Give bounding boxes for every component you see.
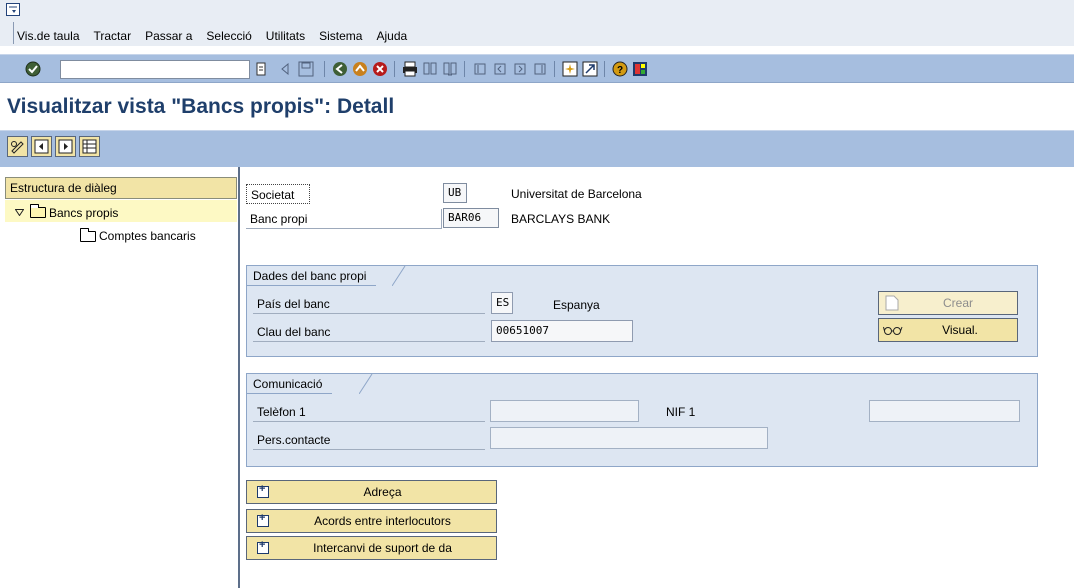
open-folder-icon — [30, 204, 46, 218]
menu-bar: Vis.de taula Tractar Passar a Selecció U… — [0, 0, 1074, 46]
find-icon[interactable] — [421, 60, 439, 78]
menu-items: Vis.de taula Tractar Passar a Selecció U… — [17, 29, 421, 43]
pais-field[interactable]: ES — [491, 292, 513, 314]
banc-propi-description: BARCLAYS BANK — [511, 212, 611, 226]
folder-icon — [80, 227, 96, 242]
tree-node-bancs-propis[interactable]: Bancs propis — [5, 200, 237, 222]
menu-vis-de-taula[interactable]: Vis.de taula — [17, 29, 80, 43]
tree-node-comptes-bancaris[interactable]: Comptes bancaris — [80, 227, 196, 243]
menu-passar-a[interactable]: Passar a — [145, 29, 192, 43]
intercanvi-expander-button[interactable]: Intercanvi de suport de da — [246, 536, 497, 560]
help-icon[interactable]: ? — [611, 60, 629, 78]
expand-icon — [257, 539, 269, 554]
find-next-icon[interactable] — [441, 60, 459, 78]
group-tab-edge — [359, 374, 373, 394]
save-icon[interactable] — [297, 60, 315, 78]
last-page-icon[interactable] — [531, 60, 549, 78]
nif-field[interactable] — [869, 400, 1020, 422]
command-history-icon[interactable] — [252, 60, 270, 78]
previous-page-icon[interactable] — [491, 60, 509, 78]
telefon-field[interactable] — [490, 400, 639, 422]
menu-ajuda[interactable]: Ajuda — [376, 29, 407, 43]
next-entry-icon[interactable] — [55, 136, 76, 157]
nif-label: NIF 1 — [666, 405, 696, 419]
application-toolbar — [0, 130, 1074, 167]
toolbar-separator — [324, 61, 325, 77]
societat-label: Societat — [246, 184, 310, 204]
toolbar-separator — [394, 61, 395, 77]
societat-field[interactable]: UB — [443, 183, 467, 203]
visual-label: Visual. — [942, 323, 978, 337]
societat-description: Universitat de Barcelona — [511, 187, 642, 201]
tree-header: Estructura de diàleg — [5, 177, 237, 199]
bank-data-group-title: Dades del banc propi — [247, 266, 377, 286]
glasses-icon — [883, 326, 903, 335]
system-menu-icon[interactable] — [6, 3, 20, 16]
display-change-icon[interactable] — [7, 136, 28, 157]
banc-propi-field[interactable]: BAR06 — [443, 208, 499, 228]
menu-divider — [13, 22, 14, 44]
new-session-icon[interactable] — [561, 60, 579, 78]
menu-utilitats[interactable]: Utilitats — [266, 29, 305, 43]
communication-group: Comunicació Telèfon 1 NIF 1 Pers.contact… — [246, 373, 1038, 467]
svg-text:?: ? — [617, 65, 623, 76]
print-icon[interactable] — [401, 60, 419, 78]
command-field[interactable] — [60, 60, 250, 79]
toolbar-separator — [554, 61, 555, 77]
menu-seleccio[interactable]: Selecció — [206, 29, 251, 43]
system-toolbar: ? — [0, 54, 1074, 83]
back-nav-icon[interactable] — [331, 60, 349, 78]
back-icon[interactable] — [276, 60, 294, 78]
group-tab-edge — [392, 266, 406, 286]
crear-button[interactable]: Crear — [878, 291, 1018, 315]
clau-field[interactable]: 00651007 — [491, 320, 633, 342]
table-view-icon[interactable] — [79, 136, 100, 157]
expander-label: Intercanvi de suport de da — [313, 541, 452, 555]
previous-entry-icon[interactable] — [31, 136, 52, 157]
visual-button[interactable]: Visual. — [878, 318, 1018, 342]
exit-icon[interactable] — [351, 60, 369, 78]
pais-label: País del banc — [253, 294, 485, 314]
tree-node-label: Comptes bancaris — [99, 229, 196, 243]
layout-icon[interactable] — [631, 60, 649, 78]
tree-node-label: Bancs propis — [49, 205, 119, 220]
expand-icon — [257, 483, 269, 498]
enter-icon[interactable] — [24, 60, 42, 78]
page-title: Visualitzar vista "Bancs propis": Detall — [7, 95, 395, 118]
contact-label: Pers.contacte — [253, 430, 485, 450]
expander-label: Acords entre interlocutors — [314, 514, 451, 528]
contact-field[interactable] — [490, 427, 768, 449]
pais-description: Espanya — [553, 298, 600, 312]
toolbar-separator — [464, 61, 465, 77]
cancel-icon[interactable] — [371, 60, 389, 78]
shortcut-icon[interactable] — [581, 60, 599, 78]
telefon-label: Telèfon 1 — [253, 402, 485, 422]
expand-triangle-icon[interactable] — [15, 209, 24, 216]
menu-sistema[interactable]: Sistema — [319, 29, 362, 43]
acords-expander-button[interactable]: Acords entre interlocutors — [246, 509, 497, 533]
menu-tractar[interactable]: Tractar — [94, 29, 132, 43]
first-page-icon[interactable] — [471, 60, 489, 78]
clau-label: Clau del banc — [253, 322, 485, 342]
bank-data-group: Dades del banc propi País del banc ES Es… — [246, 265, 1038, 357]
banc-propi-label: Banc propi — [246, 209, 442, 229]
crear-label: Crear — [942, 296, 973, 310]
expander-label: Adreça — [363, 485, 402, 499]
communication-group-title: Comunicació — [247, 374, 333, 394]
dialog-structure-panel: Estructura de diàleg Bancs propis Compte… — [0, 167, 240, 588]
toolbar-separator — [604, 61, 605, 77]
adreca-expander-button[interactable]: Adreça — [246, 480, 497, 504]
new-document-icon — [885, 295, 899, 311]
expand-icon — [257, 512, 269, 527]
next-page-icon[interactable] — [511, 60, 529, 78]
